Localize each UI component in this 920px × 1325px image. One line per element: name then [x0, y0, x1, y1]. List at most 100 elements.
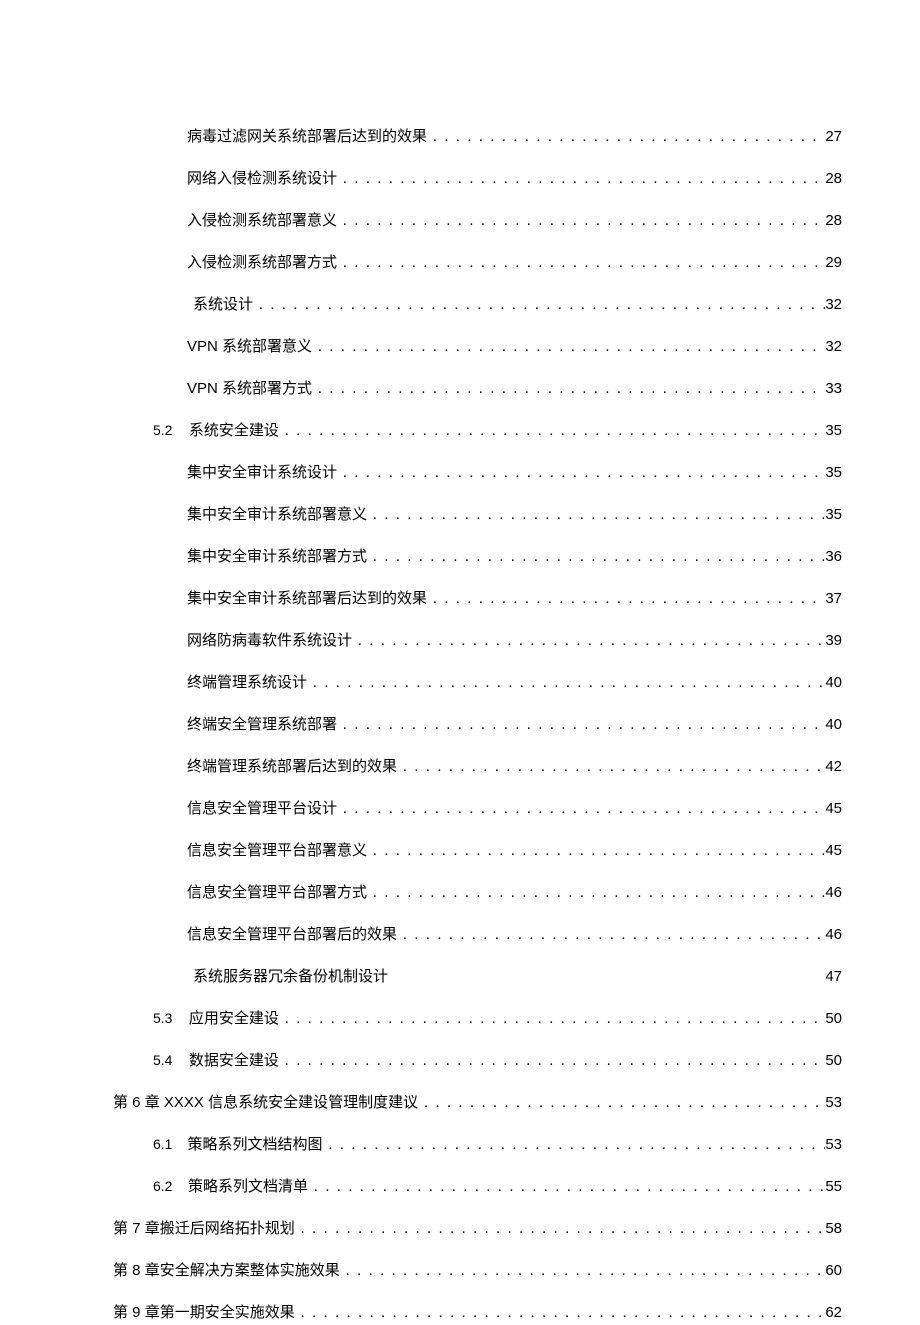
toc-leader [367, 839, 825, 863]
toc-leader [367, 503, 825, 527]
toc-entry-label: 病毒过滤网关系统部署后达到的效果 [187, 125, 427, 149]
toc-entry: 信息安全管理平台部署方式46 [113, 881, 842, 905]
toc-entry-label: 入侵检测系统部署意义 [187, 209, 337, 233]
toc-entry-label: 集中安全审计系统部署后达到的效果 [187, 587, 427, 611]
toc-entry: 信息安全管理平台部署后的效果 46 [113, 923, 842, 947]
toc-leader [295, 1217, 826, 1241]
toc-entry: 5.3 应用安全建设 50 [113, 1007, 842, 1031]
toc-entry-number: 5.3 [153, 1007, 172, 1029]
toc-entry-label: 信息安全管理平台部署意义 [187, 839, 367, 863]
toc-entry-label: VPN 系统部署方式 [187, 377, 312, 401]
toc-entry: 终端安全管理系统部署 40 [113, 713, 842, 737]
toc-entry-label: 应用安全建设 [189, 1007, 279, 1031]
toc-leader [337, 251, 825, 275]
toc-entry-page: 46 [825, 923, 842, 947]
toc-entry: 集中安全审计系统设计35 [113, 461, 842, 485]
toc-entry: 集中安全审计系统部署方式 36 [113, 545, 842, 569]
toc-entry-page: 46 [825, 881, 842, 905]
toc-entry-page: 45 [825, 839, 842, 863]
toc-entry-label: 系统设计 [193, 293, 253, 317]
toc-entry-page: 62 [825, 1301, 842, 1325]
toc-entry-page: 40 [825, 713, 842, 737]
toc-leader [312, 377, 825, 401]
toc-leader [337, 167, 825, 191]
toc-entry-number: 6.1 [153, 1133, 172, 1155]
toc-entry-page: 28 [825, 209, 842, 233]
toc-entry-label: 策略系列文档清单 [188, 1175, 308, 1199]
toc-entry-page: 35 [825, 419, 842, 443]
toc-entry-page: 55 [825, 1175, 842, 1199]
toc-leader [352, 629, 825, 653]
toc-entry: 终端管理系统部署后达到的效果 42 [113, 755, 842, 779]
toc-entry-page: 47 [825, 965, 842, 989]
toc-leader [427, 587, 825, 611]
toc-entry: 入侵检测系统部署意义 28 [113, 209, 842, 233]
toc-entry: 终端管理系统设计40 [113, 671, 842, 695]
toc-leader [295, 1301, 826, 1325]
toc-entry-page: 39 [825, 629, 842, 653]
toc-entry-page: 35 [825, 503, 842, 527]
toc-entry-label: 策略系列文档结构图 [188, 1133, 323, 1157]
toc-entry: 集中安全审计系统部署后达到的效果 37 [113, 587, 842, 611]
toc-entry: 信息安全管理平台部署意义 45 [113, 839, 842, 863]
toc-entry-page: 35 [825, 461, 842, 485]
toc-leader [253, 293, 825, 317]
toc-entry-page: 40 [825, 671, 842, 695]
toc-entry-label: VPN 系统部署意义 [187, 335, 312, 359]
toc-entry: 入侵检测系统部署方式 29 [113, 251, 842, 275]
toc-entry-label: 终端安全管理系统部署 [187, 713, 337, 737]
toc-leader [308, 1175, 825, 1199]
toc-entry-page: 50 [825, 1049, 842, 1073]
toc-entry-page: 32 [825, 335, 842, 359]
toc-leader [279, 419, 825, 443]
toc-entry: 6.1 策略系列文档结构图 53 [113, 1133, 842, 1157]
toc-leader [337, 461, 825, 485]
toc-entry: 系统设计32 [113, 293, 842, 317]
toc-entry-label: 第 7 章搬迁后网络拓扑规划 [113, 1217, 295, 1241]
toc-leader [367, 881, 825, 905]
toc-entry: 系统服务器冗余备份机制设计 47 [113, 965, 842, 989]
toc-entry-label: 集中安全审计系统部署方式 [187, 545, 367, 569]
toc-entry-number: 5.4 [153, 1049, 172, 1071]
toc-entry-page: 36 [825, 545, 842, 569]
toc-entry: 信息安全管理平台设计45 [113, 797, 842, 821]
toc-entry: VPN 系统部署方式 33 [113, 377, 842, 401]
toc-entry: 病毒过滤网关系统部署后达到的效果27 [113, 125, 842, 149]
toc-entry: 第 9 章第一期安全实施效果 62 [113, 1301, 842, 1325]
toc-entry: VPN 系统部署意义 32 [113, 335, 842, 359]
toc-entry: 集中安全审计系统部署意义 35 [113, 503, 842, 527]
toc-leader [337, 797, 825, 821]
toc-entry-label: 信息安全管理平台设计 [187, 797, 337, 821]
table-of-contents: 病毒过滤网关系统部署后达到的效果27网络入侵检测系统设计28入侵检测系统部署意义… [113, 125, 842, 1325]
toc-entry-label: 集中安全审计系统部署意义 [187, 503, 367, 527]
toc-entry-label: 网络防病毒软件系统设计 [187, 629, 352, 653]
toc-entry-label: 第 6 章 XXXX 信息系统安全建设管理制度建议 [113, 1091, 418, 1115]
toc-entry-label: 系统安全建设 [189, 419, 279, 443]
toc-entry-page: 33 [825, 377, 842, 401]
toc-entry-page: 29 [825, 251, 842, 275]
toc-leader [337, 209, 825, 233]
toc-leader [323, 1133, 826, 1157]
toc-entry-page: 42 [825, 755, 842, 779]
toc-entry-number: 6.2 [153, 1175, 172, 1197]
toc-leader [279, 1007, 825, 1031]
toc-entry-page: 50 [825, 1007, 842, 1031]
toc-entry-page: 53 [825, 1133, 842, 1157]
toc-entry-page: 60 [825, 1259, 842, 1283]
toc-entry-label: 数据安全建设 [189, 1049, 279, 1073]
toc-leader [427, 125, 825, 149]
toc-leader [367, 545, 825, 569]
toc-entry: 6.2 策略系列文档清单 55 [113, 1175, 842, 1199]
toc-entry-label: 入侵检测系统部署方式 [187, 251, 337, 275]
toc-entry: 5.2系统安全建设35 [113, 419, 842, 443]
toc-entry-label: 终端管理系统部署后达到的效果 [187, 755, 397, 779]
toc-entry-label: 第 9 章第一期安全实施效果 [113, 1301, 295, 1325]
toc-entry: 第 8 章安全解决方案整体实施效果60 [113, 1259, 842, 1283]
toc-entry-page: 37 [825, 587, 842, 611]
toc-entry-label: 系统服务器冗余备份机制设计 [193, 965, 388, 989]
toc-entry-label: 信息安全管理平台部署后的效果 [187, 923, 397, 947]
toc-entry: 5.4 数据安全建设 50 [113, 1049, 842, 1073]
toc-leader [307, 671, 825, 695]
toc-leader [279, 1049, 825, 1073]
toc-leader [397, 923, 825, 947]
